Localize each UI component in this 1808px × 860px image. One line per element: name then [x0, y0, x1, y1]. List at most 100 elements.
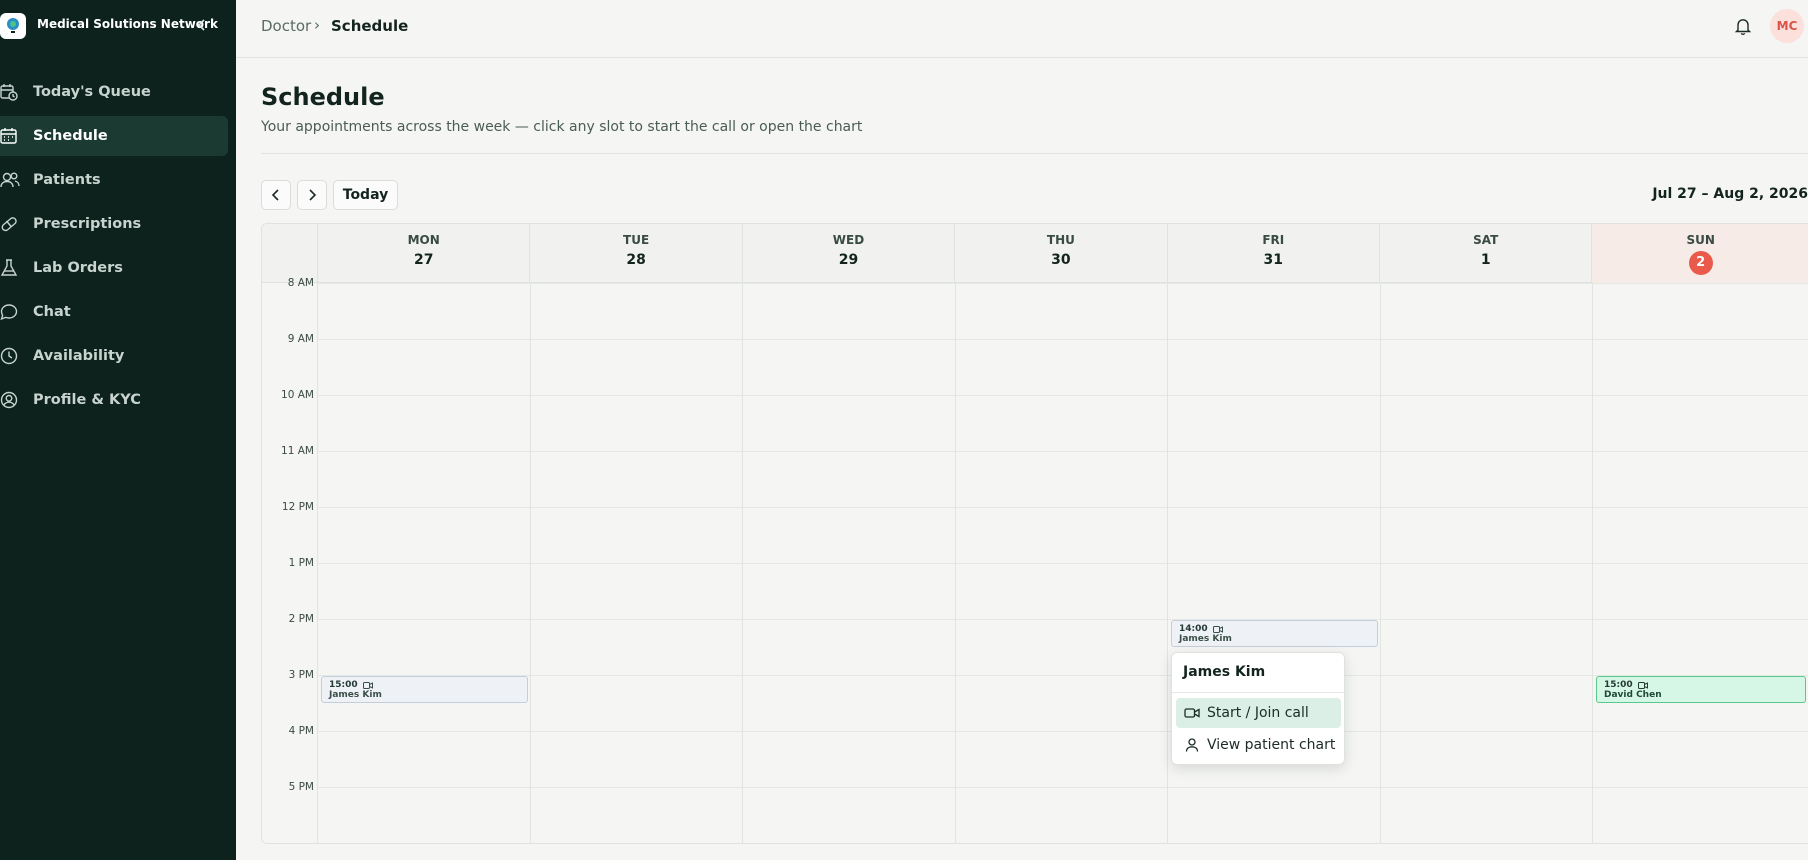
day-number: 31	[1263, 252, 1284, 268]
appointment-event-mon[interactable]: 15:00 James Kim	[321, 676, 528, 703]
hour-line	[318, 731, 1808, 732]
hour-line	[318, 507, 1808, 508]
popover-patient-name: James Kim	[1183, 664, 1266, 680]
column-line	[317, 283, 318, 843]
calendar-clock-icon	[0, 83, 20, 101]
column-line	[955, 283, 956, 843]
page-subtitle: Your appointments across the week — clic…	[261, 119, 863, 135]
hour-line	[318, 787, 1808, 788]
brand-name: Medical Solutions Network	[37, 17, 218, 31]
event-patient: James Kim	[329, 690, 382, 700]
column-line	[1167, 283, 1168, 843]
sidebar-item-chat[interactable]: Chat	[0, 292, 236, 332]
popover-divider	[1172, 692, 1344, 693]
day-header-fri: FRI 31	[1168, 224, 1380, 283]
start-join-call-button[interactable]: Start / Join call	[1176, 698, 1341, 728]
column-line	[1380, 283, 1381, 843]
day-header-sun-today: SUN 2	[1592, 224, 1808, 283]
time-gutter-header	[262, 224, 318, 283]
sidebar-item-label: Patients	[33, 172, 101, 188]
week-calendar: MON 27 TUE 28 WED 29 THU 30 FRI 31 SAT 1…	[261, 223, 1808, 844]
sidebar-nav: Today's Queue Schedule Patients Prescrip…	[0, 72, 236, 424]
hour-line	[318, 675, 1808, 676]
view-patient-chart-button[interactable]: View patient chart	[1176, 730, 1341, 760]
page-title: Schedule	[261, 83, 385, 111]
pill-icon	[0, 215, 20, 233]
video-icon	[1212, 625, 1223, 633]
day-name: FRI	[1262, 233, 1285, 247]
breadcrumb-separator: ›	[314, 16, 320, 34]
collapse-sidebar-button[interactable]	[192, 14, 212, 36]
clock-icon	[0, 347, 20, 365]
calendar-grid[interactable]: 8 AM 9 AM 10 AM 11 AM 12 PM 1 PM 2 PM 3 …	[262, 277, 1808, 843]
sidebar-item-label: Profile & KYC	[33, 392, 141, 408]
popover-action-label: View patient chart	[1207, 737, 1336, 753]
sidebar-item-label: Lab Orders	[33, 260, 123, 276]
day-number: 27	[413, 252, 434, 268]
hour-line	[318, 451, 1808, 452]
hour-line	[318, 283, 1808, 284]
sidebar-item-patients[interactable]: Patients	[0, 160, 236, 200]
column-line	[742, 283, 743, 843]
day-name: MON	[407, 233, 440, 247]
hour-label: 1 PM	[288, 557, 314, 569]
day-name: WED	[832, 233, 865, 247]
topbar: Doctor › Schedule MC	[236, 0, 1808, 58]
next-week-button[interactable]	[297, 180, 327, 210]
calendar-header: MON 27 TUE 28 WED 29 THU 30 FRI 31 SAT 1…	[262, 224, 1808, 283]
day-header-tue: TUE 28	[530, 224, 743, 283]
today-date-badge: 2	[1688, 251, 1713, 275]
calendar-icon	[0, 127, 20, 145]
sidebar-item-schedule[interactable]: Schedule	[0, 116, 228, 156]
breadcrumb-current: Schedule	[331, 17, 409, 35]
sidebar-item-profile-kyc[interactable]: Profile & KYC	[0, 380, 236, 420]
previous-week-button[interactable]	[261, 180, 291, 210]
chat-bubble-icon	[0, 303, 20, 321]
sidebar-item-todays-queue[interactable]: Today's Queue	[0, 72, 236, 112]
hour-label: 4 PM	[288, 725, 314, 737]
day-header-wed: WED 29	[743, 224, 956, 283]
day-number: 28	[626, 252, 646, 268]
hour-line	[318, 339, 1808, 340]
breadcrumb-root-link[interactable]: Doctor	[261, 17, 311, 35]
user-circle-icon	[0, 391, 20, 409]
appointment-event-sun[interactable]: 15:00 David Chen	[1596, 676, 1806, 703]
sidebar-item-lab-orders[interactable]: Lab Orders	[0, 248, 236, 288]
chevron-left-icon	[197, 19, 205, 31]
sidebar-item-prescriptions[interactable]: Prescriptions	[0, 204, 236, 244]
brand: Medical Solutions Network	[0, 0, 236, 50]
video-icon	[1184, 708, 1200, 718]
event-time: 14:00	[1179, 624, 1208, 634]
sidebar-item-availability[interactable]: Availability	[0, 336, 236, 376]
column-line	[530, 283, 531, 843]
event-patient: David Chen	[1604, 690, 1662, 700]
popover-action-label: Start / Join call	[1207, 705, 1309, 721]
brand-logo-icon	[0, 13, 26, 39]
user-avatar[interactable]: MC	[1770, 9, 1804, 43]
notifications-bell-icon[interactable]	[1733, 16, 1753, 36]
column-line	[1592, 283, 1593, 843]
video-icon	[362, 681, 373, 689]
hour-line	[318, 395, 1808, 396]
today-button[interactable]: Today	[333, 180, 398, 210]
user-icon	[1185, 738, 1199, 752]
users-icon	[0, 171, 20, 189]
hour-label: 11 AM	[281, 445, 314, 457]
day-number: 29	[838, 252, 859, 268]
sidebar-item-label: Chat	[33, 304, 71, 320]
chevron-left-icon	[271, 189, 279, 201]
flask-icon	[0, 259, 20, 277]
day-number: 1	[1480, 252, 1491, 268]
sidebar-item-label: Today's Queue	[33, 84, 151, 100]
sidebar-item-label: Prescriptions	[33, 216, 142, 232]
hour-label: 3 PM	[288, 669, 314, 681]
hour-line	[318, 619, 1808, 620]
day-name: THU	[1046, 233, 1075, 247]
hour-label: 10 AM	[281, 389, 314, 401]
sidebar-item-label: Schedule	[33, 128, 108, 144]
date-range-label: Jul 27 – Aug 2, 2026	[1652, 186, 1808, 202]
appointment-event-fri[interactable]: 14:00 James Kim	[1171, 620, 1378, 647]
day-header-sat: SAT 1	[1380, 224, 1593, 283]
day-number: 30	[1051, 252, 1071, 268]
day-name: SUN	[1686, 233, 1715, 247]
